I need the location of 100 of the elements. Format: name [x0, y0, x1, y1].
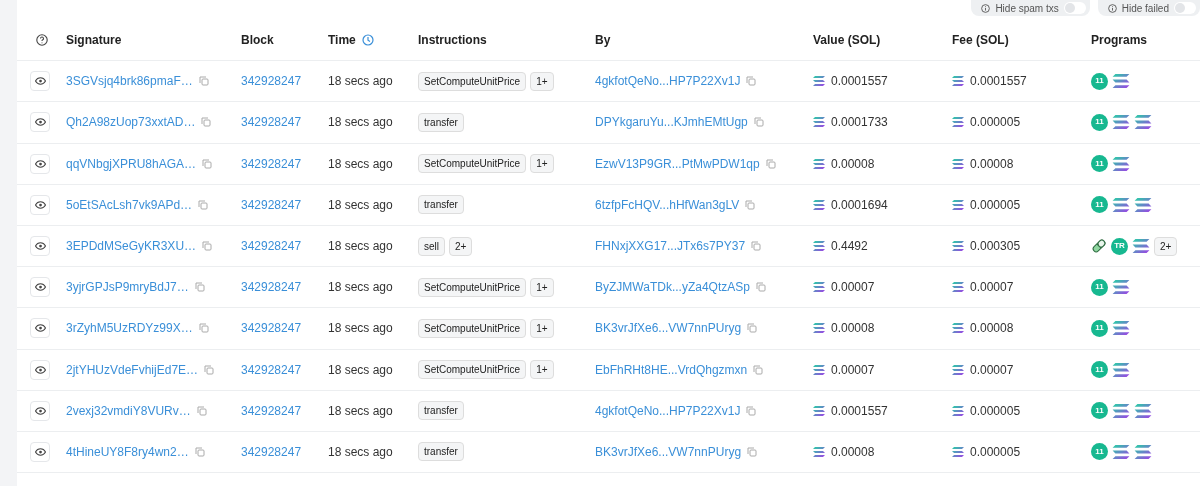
- solana-icon: [952, 199, 964, 210]
- toggle-switch[interactable]: [1174, 2, 1196, 14]
- solana-icon: [1134, 403, 1152, 418]
- view-button[interactable]: [30, 400, 50, 421]
- copy-icon[interactable]: [747, 323, 758, 334]
- signature-link[interactable]: 2vexj32vmdiY8VURv…: [66, 401, 191, 420]
- program-badge[interactable]: 11: [1091, 361, 1108, 379]
- signature-link[interactable]: 3EPDdMSeGyKR3XU…: [66, 237, 197, 256]
- address-link[interactable]: BK3vrJfXe6...VW7nnPUryg: [595, 319, 742, 338]
- copy-icon[interactable]: [202, 158, 213, 169]
- view-button[interactable]: [30, 194, 50, 215]
- solana-icon: [1112, 115, 1130, 130]
- address-link[interactable]: EzwV13P9GR...PtMwPDW1qp: [595, 154, 760, 173]
- signature-link[interactable]: 5oEtSAcLsh7vk9APd…: [66, 195, 193, 214]
- block-link[interactable]: 342928247: [241, 113, 302, 132]
- help-icon[interactable]: [35, 34, 48, 47]
- block-link[interactable]: 342928247: [241, 278, 302, 297]
- copy-icon[interactable]: [746, 76, 757, 87]
- eye-icon: [34, 447, 46, 456]
- solana-icon: [952, 446, 964, 457]
- copy-icon[interactable]: [194, 446, 205, 457]
- address-link[interactable]: BK3vrJfXe6...VW7nnPUryg: [595, 442, 742, 461]
- value-text: 0.0001733: [831, 114, 888, 132]
- clock-icon[interactable]: [361, 34, 374, 47]
- eye-icon: [34, 365, 46, 374]
- column-header: Value (SOL): [813, 32, 881, 50]
- signature-link[interactable]: 3SGVsjq4brk86pmaF…: [66, 72, 193, 91]
- copy-icon[interactable]: [753, 364, 764, 375]
- view-button[interactable]: [30, 236, 50, 257]
- signature-link[interactable]: 3rZyhM5UzRDYz99X…: [66, 319, 193, 338]
- program-badge[interactable]: 11: [1091, 278, 1108, 296]
- solana-icon: [813, 76, 825, 87]
- block-link[interactable]: 342928247: [241, 237, 302, 256]
- copy-icon[interactable]: [198, 199, 209, 210]
- block-link[interactable]: 342928247: [241, 154, 302, 173]
- toggle-switch[interactable]: [1063, 2, 1086, 14]
- address-link[interactable]: 4gkfotQeNo...HP7P22Xv1J: [595, 401, 741, 420]
- view-button[interactable]: [30, 71, 50, 92]
- view-button[interactable]: [30, 318, 50, 339]
- eye-icon: [34, 242, 46, 251]
- copy-icon[interactable]: [751, 241, 762, 252]
- program-badge[interactable]: 11: [1091, 196, 1108, 214]
- fee-text: 0.000005: [970, 114, 1021, 132]
- address-link[interactable]: ByZJMWaTDk...yZa4QtzASp: [595, 278, 750, 297]
- program-badge[interactable]: 11: [1091, 72, 1108, 90]
- column-header: Programs: [1091, 32, 1148, 50]
- solana-icon: [813, 405, 825, 416]
- value-text: 0.0001694: [831, 196, 888, 214]
- program-badge[interactable]: TR: [1111, 237, 1128, 255]
- signature-link[interactable]: qqVNbgjXPRU8hAGA…: [66, 154, 197, 173]
- copy-icon[interactable]: [198, 323, 209, 334]
- copy-icon[interactable]: [198, 76, 209, 87]
- value-text: 0.00007: [831, 361, 875, 379]
- filter-toggle[interactable]: Hide failed: [1097, 0, 1200, 16]
- copy-icon[interactable]: [765, 158, 776, 169]
- copy-icon[interactable]: [201, 117, 212, 128]
- instruction-tag: 1+: [530, 277, 554, 297]
- copy-icon[interactable]: [747, 446, 758, 457]
- block-link[interactable]: 342928247: [241, 319, 302, 338]
- program-badge[interactable]: 11: [1091, 113, 1108, 131]
- copy-icon[interactable]: [196, 405, 207, 416]
- block-link[interactable]: 342928247: [241, 195, 302, 214]
- view-button[interactable]: [30, 359, 50, 380]
- copy-icon[interactable]: [202, 241, 213, 252]
- instruction-tag: 2+: [449, 236, 473, 256]
- solana-icon: [1112, 74, 1130, 89]
- filter-toggle[interactable]: Hide spam txs: [971, 0, 1090, 16]
- view-button[interactable]: [30, 112, 50, 133]
- signature-link[interactable]: Qh2A98zUop73xxtAD…: [66, 113, 196, 132]
- program-badge[interactable]: 11: [1091, 443, 1108, 461]
- instruction-tag: sell: [418, 236, 445, 256]
- address-link[interactable]: EbFhRHt8HE...VrdQhgzmxn: [595, 360, 748, 379]
- solana-icon: [1134, 115, 1152, 130]
- view-button[interactable]: [30, 441, 50, 462]
- address-link[interactable]: 6tzfpFcHQV...hHfWan3gLV: [595, 195, 740, 214]
- copy-icon[interactable]: [194, 282, 205, 293]
- value-text: 0.0001557: [831, 402, 888, 420]
- view-button[interactable]: [30, 153, 50, 174]
- block-link[interactable]: 342928247: [241, 72, 302, 91]
- signature-link[interactable]: 4tHineUY8F8ry4wn2…: [66, 442, 189, 461]
- address-link[interactable]: 4gkfotQeNo...HP7P22Xv1J: [595, 72, 741, 91]
- copy-icon[interactable]: [746, 405, 757, 416]
- copy-icon[interactable]: [753, 117, 764, 128]
- copy-icon[interactable]: [204, 364, 215, 375]
- more-tag[interactable]: 2+: [1154, 236, 1178, 256]
- address-link[interactable]: FHNxjXXG17...JTx6s7PY37: [595, 237, 746, 256]
- address-link[interactable]: DPYkgaruYu...KJmhEMtUgp: [595, 113, 748, 132]
- block-link[interactable]: 342928247: [241, 360, 302, 379]
- copy-icon[interactable]: [745, 199, 756, 210]
- block-link[interactable]: 342928247: [241, 442, 302, 461]
- block-link[interactable]: 342928247: [241, 401, 302, 420]
- signature-link[interactable]: 3yjrGPJsP9mryBdJ7…: [66, 278, 189, 297]
- signature-link[interactable]: 2jtYHUzVdeFvhijEd7E…: [66, 360, 199, 379]
- program-badge[interactable]: 11: [1091, 319, 1108, 337]
- program-badge[interactable]: 11: [1091, 402, 1108, 420]
- instruction-tag: 1+: [530, 71, 554, 91]
- copy-icon[interactable]: [755, 282, 766, 293]
- program-badge[interactable]: 11: [1091, 155, 1108, 173]
- view-button[interactable]: [30, 277, 50, 298]
- solana-icon: [813, 199, 825, 210]
